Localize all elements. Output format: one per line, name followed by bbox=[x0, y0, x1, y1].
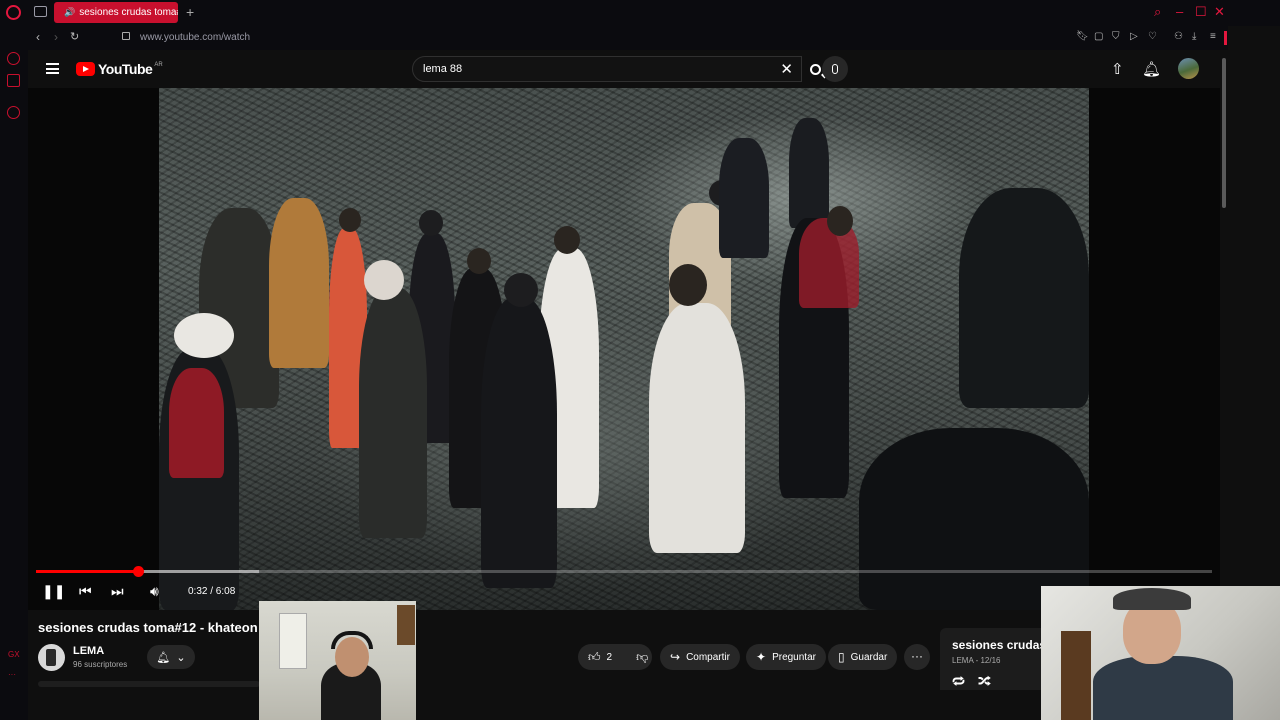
progress-played bbox=[36, 570, 139, 573]
chair-back bbox=[1061, 631, 1091, 720]
opera-accent-bar bbox=[1224, 31, 1227, 45]
volume-icon[interactable]: 🔊︎ bbox=[150, 583, 159, 600]
more-icon[interactable]: ··· bbox=[8, 670, 16, 679]
browser-sidebar: GX ··· bbox=[0, 26, 28, 720]
like-count: 2 bbox=[606, 651, 613, 663]
youtube-play-logo-icon bbox=[76, 62, 95, 76]
clock-icon[interactable] bbox=[7, 106, 20, 119]
play-icon[interactable]: ▷ bbox=[1130, 31, 1138, 42]
back-button[interactable]: ‹ bbox=[36, 30, 40, 44]
voice-search-button[interactable] bbox=[822, 56, 848, 82]
youtube-logo[interactable]: YouTube AR bbox=[76, 61, 163, 77]
dislike-button[interactable]: 👎︎ bbox=[636, 650, 648, 665]
progress-bar[interactable] bbox=[36, 566, 1212, 577]
bookmark-icon[interactable]: 🔖︎ bbox=[1076, 31, 1089, 42]
time-display: 0:32 / 6:08 bbox=[188, 586, 236, 597]
notifications-bell-icon[interactable]: 🔔︎ bbox=[1142, 60, 1161, 78]
channel-avatar[interactable] bbox=[38, 644, 65, 671]
bookmark-save-icon: ▯ bbox=[838, 650, 845, 664]
more-actions-button[interactable]: ··· bbox=[904, 644, 930, 670]
browser-tab-active[interactable]: 🔊 sesiones crudas toma#12 bbox=[54, 2, 178, 23]
gx-icon[interactable]: GX bbox=[8, 650, 20, 659]
pause-button[interactable]: ❚❚ bbox=[42, 583, 65, 600]
heart-icon[interactable]: ♡ bbox=[1148, 31, 1157, 42]
extensions-icon[interactable] bbox=[7, 74, 20, 87]
url-field[interactable]: www.youtube.com/watch bbox=[140, 32, 250, 43]
share-icon: ↪ bbox=[670, 650, 681, 664]
subscription-bell-button[interactable]: 🔔︎ ⌄ bbox=[147, 645, 195, 669]
close-window-button[interactable]: ✕ bbox=[1214, 4, 1225, 20]
reload-button[interactable]: ↻ bbox=[70, 30, 79, 43]
address-bar: ‹ › ↻ www.youtube.com/watch 🔖︎ ▢ ⛉ ▷ ♡ ⚇… bbox=[28, 26, 1228, 50]
webcam-overlay-streamer bbox=[259, 601, 416, 720]
maximize-button[interactable]: ☐ bbox=[1195, 4, 1207, 20]
like-button[interactable]: 👍︎ bbox=[588, 650, 601, 665]
youtube-logo-text: YouTube bbox=[98, 61, 153, 77]
wall-poster bbox=[279, 613, 307, 669]
lock-icon bbox=[122, 32, 130, 40]
webcam-overlay-guest bbox=[1041, 586, 1280, 720]
chevron-down-icon: ⌄ bbox=[176, 651, 186, 664]
history-icon[interactable] bbox=[7, 52, 20, 65]
share-button[interactable]: ↪ Compartir bbox=[660, 644, 740, 670]
tab-overview-icon[interactable] bbox=[34, 6, 47, 17]
opera-logo-icon[interactable] bbox=[6, 5, 21, 20]
minimize-button[interactable]: – bbox=[1176, 4, 1183, 19]
search-tabs-icon[interactable]: ⌕ bbox=[1154, 4, 1161, 20]
user-avatar[interactable] bbox=[1178, 58, 1199, 79]
hamburger-menu-icon[interactable] bbox=[46, 63, 59, 74]
sparkle-icon: ✦ bbox=[756, 650, 767, 664]
previous-button[interactable]: ⏮︎ bbox=[79, 583, 92, 600]
playlist-subtitle: LEMA - 12/16 bbox=[952, 656, 1001, 665]
save-button[interactable]: ▯ Guardar bbox=[828, 644, 898, 670]
guest-cap bbox=[1113, 588, 1191, 610]
headphones bbox=[331, 631, 373, 649]
video-title: sesiones crudas toma#12 - khateon bbox=[38, 620, 258, 635]
ask-label: Preguntar bbox=[772, 651, 816, 663]
search-icon bbox=[809, 63, 821, 75]
door-frame bbox=[397, 605, 415, 645]
upload-icon[interactable]: ⇧ bbox=[1111, 60, 1124, 78]
search-input[interactable]: lema 88 bbox=[423, 63, 462, 75]
ask-button[interactable]: ✦ Preguntar bbox=[746, 644, 826, 670]
share-label: Compartir bbox=[686, 651, 730, 663]
next-button[interactable]: ⏭︎ bbox=[111, 583, 124, 600]
youtube-header: YouTube AR lema 88 ✕ ⇧ 🔔︎ bbox=[28, 50, 1220, 88]
subscriber-count: 96 suscriptores bbox=[73, 660, 128, 669]
video-frame[interactable] bbox=[159, 88, 1089, 610]
shuffle-icon[interactable]: 🔀︎ bbox=[978, 672, 991, 691]
loop-icon[interactable]: 🔁︎ bbox=[952, 672, 965, 691]
save-label: Guardar bbox=[850, 651, 888, 663]
forward-button[interactable]: › bbox=[54, 30, 58, 44]
browser-tab-bar: 🔊 sesiones crudas toma#12 + ⌕ – ☐ ✕ bbox=[0, 0, 1280, 26]
search-box[interactable]: lema 88 ✕ bbox=[412, 56, 802, 82]
account-icon[interactable]: ⚇ bbox=[1174, 31, 1183, 42]
microphone-icon bbox=[832, 64, 838, 74]
shield-icon[interactable]: ⛉ bbox=[1112, 31, 1120, 42]
download-icon[interactable]: ⤓ bbox=[1192, 31, 1196, 42]
like-dislike-group: 👍︎ 2 👎︎ bbox=[578, 644, 652, 670]
description-box-edge bbox=[38, 681, 260, 687]
tab-title: sesiones crudas toma#12 bbox=[79, 7, 178, 18]
bell-icon: 🔔︎ bbox=[156, 651, 171, 664]
playlist-panel[interactable]: sesiones crudas LEMA - 12/16 🔁︎ 🔀︎ bbox=[940, 628, 1050, 690]
guest-body bbox=[1093, 656, 1233, 720]
country-code: AR bbox=[154, 62, 163, 68]
new-tab-button[interactable]: + bbox=[186, 4, 194, 20]
snapshot-icon[interactable]: ▢ bbox=[1094, 31, 1103, 42]
channel-name[interactable]: LEMA bbox=[73, 645, 104, 657]
menu-icon[interactable]: ≡ bbox=[1210, 31, 1216, 42]
clear-search-icon[interactable]: ✕ bbox=[780, 60, 793, 78]
playlist-title: sesiones crudas bbox=[952, 638, 1047, 652]
page-scrollbar[interactable] bbox=[1222, 58, 1226, 208]
